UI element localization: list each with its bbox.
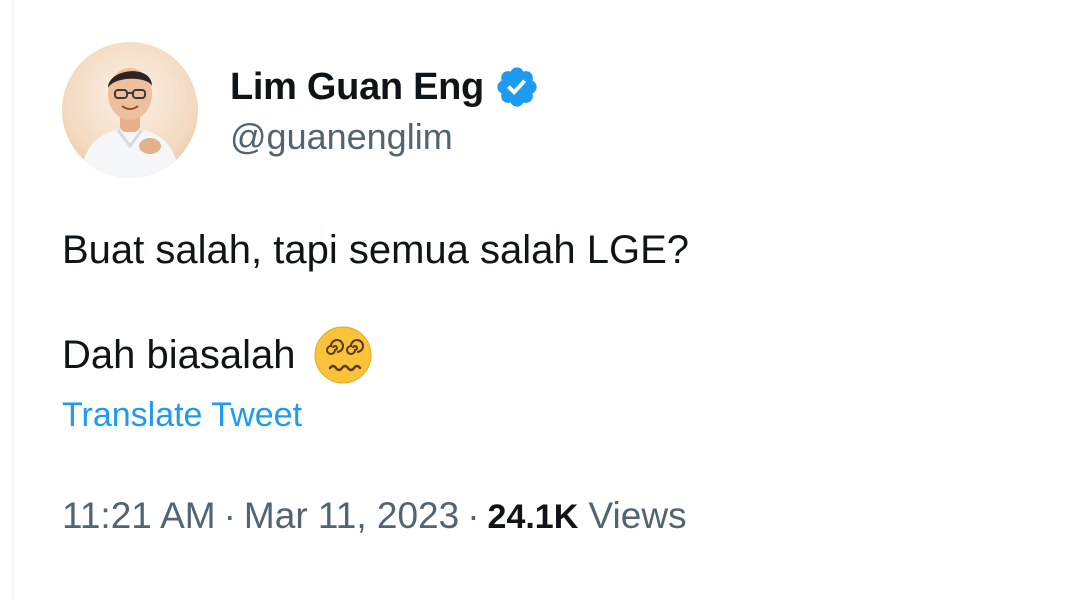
meta-separator: · — [467, 495, 480, 536]
dizzy-face-emoji-icon — [314, 326, 372, 384]
tweet-text-line-1: Buat salah, tapi semua salah LGE? — [62, 228, 690, 272]
tweet-text-line-2: Dah biasalah — [62, 332, 296, 377]
display-name[interactable]: Lim Guan Eng — [230, 66, 484, 109]
avatar[interactable] — [62, 42, 198, 178]
author-names: Lim Guan Eng @guanenglim — [230, 62, 540, 158]
tweet-time[interactable]: 11:21 AM — [62, 495, 216, 536]
tweet-date[interactable]: Mar 11, 2023 — [244, 495, 459, 536]
translate-tweet-link[interactable]: Translate Tweet — [62, 396, 302, 435]
timeline-divider — [12, 0, 13, 600]
tweet-text-line-2-row: Dah biasalah — [62, 326, 1052, 384]
views-label: Views — [588, 495, 687, 536]
meta-separator: · — [223, 495, 236, 536]
tweet-meta: 11:21 AM · Mar 11, 2023 · 24.1K Views — [62, 495, 1052, 537]
views-count[interactable]: 24.1K — [488, 498, 579, 536]
tweet-header: Lim Guan Eng @guanenglim — [62, 42, 1052, 178]
author-handle[interactable]: @guanenglim — [230, 116, 540, 158]
avatar-photo — [62, 42, 198, 178]
verified-badge-icon[interactable] — [494, 64, 540, 110]
name-row: Lim Guan Eng — [230, 62, 540, 112]
tweet-card: Lim Guan Eng @guanenglim Buat salah, tap… — [62, 42, 1052, 537]
